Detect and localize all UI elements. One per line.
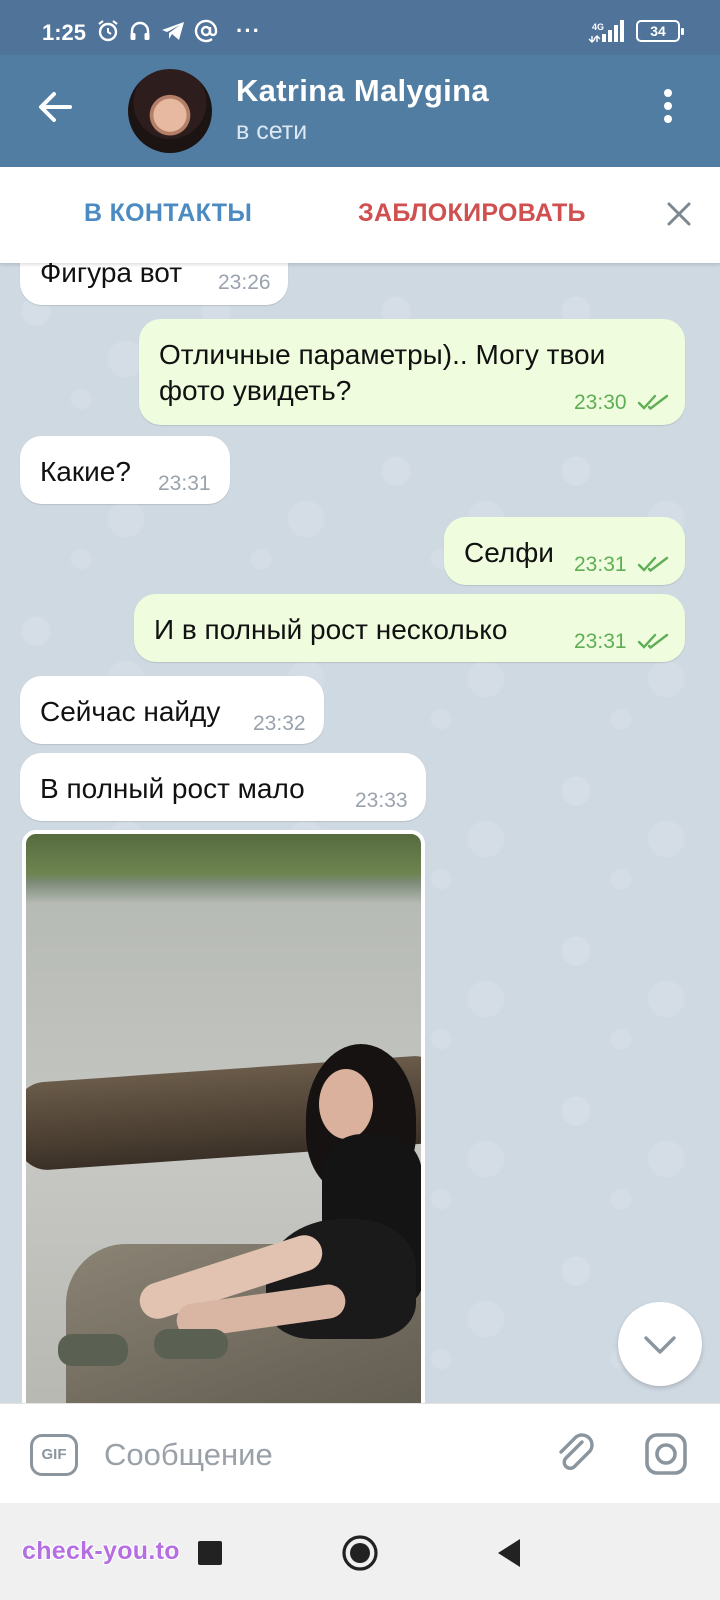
contact-name[interactable]: Katrina Malygina <box>236 73 489 109</box>
chat-messages-area[interactable]: Фигура вот 23:26 Отличные параметры).. М… <box>0 263 720 1403</box>
message-text: И в полный рост несколько <box>154 614 508 645</box>
read-checks-icon <box>637 394 669 411</box>
camera-icon <box>645 1433 687 1475</box>
incoming-message[interactable]: Сейчас найду 23:32 <box>20 676 324 744</box>
message-time: 23:26 <box>218 271 271 294</box>
signal-icon: 4G <box>586 18 626 44</box>
block-user-button[interactable]: ЗАБЛОКИРОВАТЬ <box>358 199 586 228</box>
telegram-icon <box>162 22 184 40</box>
attach-button[interactable] <box>552 1430 600 1478</box>
gif-button[interactable]: GIF <box>30 1434 78 1476</box>
incoming-message[interactable]: Фигура вот 23:26 <box>20 263 288 305</box>
status-bar: 1:25 ··· 4G 34 <box>0 0 720 55</box>
arrow-left-icon <box>39 92 72 122</box>
contact-avatar[interactable] <box>128 69 212 153</box>
message-text: Сейчас найду <box>40 696 221 727</box>
close-icon[interactable] <box>666 201 692 227</box>
add-contact-button[interactable]: В КОНТАКТЫ <box>84 199 252 228</box>
message-text-line-1: Отличные параметры).. Могу твои <box>159 339 606 370</box>
alarm-icon <box>98 20 118 42</box>
status-time: 1:25 <box>42 20 87 45</box>
home-circle-icon <box>342 1535 378 1571</box>
network-type: 4G <box>592 22 605 32</box>
photo-message[interactable] <box>22 830 425 1403</box>
read-checks-icon <box>637 633 669 650</box>
message-time: 23:32 <box>253 712 306 735</box>
watermark-text: check-you.to <box>22 1537 180 1565</box>
message-input[interactable] <box>104 1432 524 1478</box>
message-text: Какие? <box>40 456 131 487</box>
status-system-icons: 4G 34 <box>586 18 684 44</box>
more-menu-button[interactable] <box>656 89 680 133</box>
message-text: В полный рост мало <box>40 773 305 804</box>
contact-action-bar: В КОНТАКТЫ ЗАБЛОКИРОВАТЬ <box>0 167 720 263</box>
message-time: 23:33 <box>355 789 408 812</box>
message-text-line-2: фото увидеть? <box>159 375 352 406</box>
outgoing-message[interactable]: Отличные параметры).. Могу твои фото уви… <box>139 319 685 425</box>
outgoing-message[interactable]: И в полный рост несколько 23:31 <box>134 594 685 662</box>
incoming-message[interactable]: Какие? 23:31 <box>20 436 230 504</box>
chevron-down-icon <box>644 1336 676 1354</box>
incoming-message[interactable]: В полный рост мало 23:33 <box>20 753 426 821</box>
scroll-to-bottom-button[interactable] <box>618 1302 702 1386</box>
message-time: 23:30 <box>574 391 627 414</box>
system-back-button[interactable] <box>494 1537 524 1569</box>
more-vertical-icon <box>656 89 680 123</box>
system-navigation-bar: check-you.to <box>0 1503 720 1600</box>
back-button[interactable] <box>34 85 78 129</box>
paperclip-icon <box>559 1433 594 1470</box>
outgoing-message[interactable]: Селфи 23:31 <box>444 517 685 585</box>
camera-button[interactable] <box>642 1430 690 1478</box>
headphones-icon <box>130 21 150 40</box>
home-button[interactable] <box>340 1533 380 1573</box>
message-time: 23:31 <box>574 630 627 653</box>
message-text: Селфи <box>464 537 554 568</box>
contact-status: в сети <box>236 117 308 145</box>
triangle-back-icon <box>498 1539 520 1567</box>
chat-header: Katrina Malygina в сети <box>0 55 720 167</box>
at-icon <box>194 19 218 43</box>
read-checks-icon <box>637 556 669 573</box>
recents-button[interactable] <box>198 1541 222 1565</box>
status-more-indicator: ··· <box>236 18 261 43</box>
status-notification-icons: ··· <box>96 18 261 44</box>
message-text: Фигура вот <box>40 263 183 288</box>
message-time: 23:31 <box>574 553 627 576</box>
message-composer: GIF <box>0 1403 720 1503</box>
battery-indicator: 34 <box>636 20 684 42</box>
message-time: 23:31 <box>158 472 211 495</box>
